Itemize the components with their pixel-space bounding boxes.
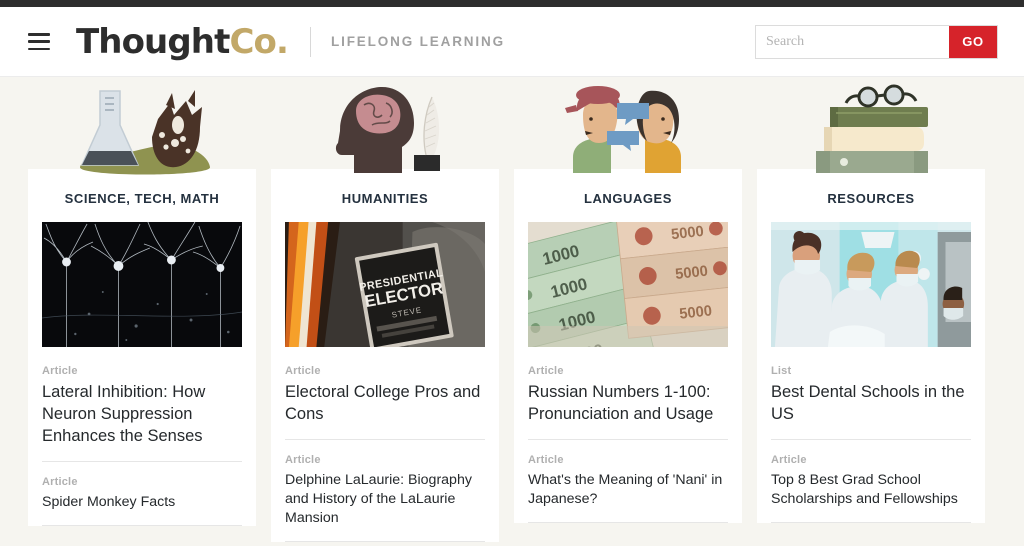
header-divider xyxy=(310,26,311,57)
item-kicker: Article xyxy=(42,475,78,488)
dental-students-clinic-photo[interactable] xyxy=(771,222,971,347)
list-item[interactable]: Article Russian Numbers 1-100: Pronuncia… xyxy=(528,349,728,440)
category-column-humanities: HUMANITIES PRESIDENTIAL ELECTOR STEVE Ar… xyxy=(271,77,499,542)
category-column-science: SCIENCE, TECH, MATH Article Lateral Inhi… xyxy=(28,77,256,542)
neuron-cells-microscope-photo[interactable] xyxy=(42,222,242,347)
hamburger-line xyxy=(28,33,50,36)
list-item[interactable]: List Best Dental Schools in the US xyxy=(771,349,971,440)
hamburger-menu-icon[interactable] xyxy=(28,33,50,50)
category-card: LANGUAGES 10001000 10001000 xyxy=(514,169,742,523)
site-tagline: LIFELONG LEARNING xyxy=(331,34,505,49)
item-headline: Top 8 Best Grad School Scholarships and … xyxy=(771,471,958,507)
category-card: HUMANITIES PRESIDENTIAL ELECTOR STEVE Ar… xyxy=(271,169,499,542)
item-kicker: List xyxy=(771,365,792,377)
item-headline: Best Dental Schools in the US xyxy=(771,383,965,423)
head-with-brain-and-quill-icon xyxy=(271,77,499,177)
search-bar: GO xyxy=(755,24,998,59)
category-card: SCIENCE, TECH, MATH Article Lateral Inhi… xyxy=(28,169,256,526)
search-input[interactable] xyxy=(756,25,949,58)
list-item[interactable]: Article What's the Meaning of 'Nani' in … xyxy=(528,440,728,523)
list-item[interactable]: Article Top 8 Best Grad School Scholarsh… xyxy=(771,440,971,523)
two-people-speech-bubbles-icon xyxy=(514,77,742,177)
article-list: Article Russian Numbers 1-100: Pronuncia… xyxy=(528,347,728,523)
item-kicker: Article xyxy=(528,365,564,377)
category-column-resources: RESOURCES List Best Dental Schools in th… xyxy=(757,77,985,542)
svg-text:5000: 5000 xyxy=(670,224,704,244)
list-item[interactable]: Article Lateral Inhibition: How Neuron S… xyxy=(42,349,242,462)
top-accent-bar xyxy=(0,0,1024,7)
svg-text:5000: 5000 xyxy=(674,263,708,283)
category-columns: SCIENCE, TECH, MATH Article Lateral Inhi… xyxy=(0,77,1024,542)
item-headline: Russian Numbers 1-100: Pronunciation and… xyxy=(528,383,714,423)
item-headline: What's the Meaning of 'Nani' in Japanese… xyxy=(528,471,723,507)
item-kicker: Article xyxy=(42,365,78,377)
hamburger-line xyxy=(28,40,50,43)
logo-primary-text: Thought xyxy=(76,21,230,62)
item-kicker: Article xyxy=(285,365,321,377)
list-item[interactable]: Article Spider Monkey Facts xyxy=(42,462,242,526)
flask-and-deer-icon xyxy=(28,77,256,177)
item-kicker: Article xyxy=(528,453,564,466)
search-go-button[interactable]: GO xyxy=(949,25,997,58)
category-column-languages: LANGUAGES 10001000 10001000 xyxy=(514,77,742,542)
item-headline: Electoral College Pros and Cons xyxy=(285,383,481,423)
article-list: Article Electoral College Pros and Cons … xyxy=(285,347,485,542)
item-headline: Delphine LaLaurie: Biography and History… xyxy=(285,471,472,526)
item-headline: Spider Monkey Facts xyxy=(42,493,176,510)
svg-text:5000: 5000 xyxy=(679,303,713,323)
site-header: ThoughtCo. LIFELONG LEARNING GO xyxy=(0,7,1024,77)
category-card: RESOURCES List Best Dental Schools in th… xyxy=(757,169,985,523)
item-headline: Lateral Inhibition: How Neuron Suppressi… xyxy=(42,383,206,445)
hamburger-line xyxy=(28,47,50,50)
site-logo[interactable]: ThoughtCo. xyxy=(76,21,289,62)
stacked-books-with-glasses-icon xyxy=(757,77,985,177)
article-list: Article Lateral Inhibition: How Neuron S… xyxy=(42,347,242,526)
article-list: List Best Dental Schools in the US Artic… xyxy=(771,347,971,523)
item-kicker: Article xyxy=(771,453,807,466)
item-kicker: Article xyxy=(285,453,321,466)
russian-ruble-banknotes-photo[interactable]: 10001000 10001000 xyxy=(528,222,728,347)
main-content: SCIENCE, TECH, MATH Article Lateral Inhi… xyxy=(0,77,1024,546)
logo-text: ThoughtCo. xyxy=(76,21,289,62)
list-item[interactable]: Article Delphine LaLaurie: Biography and… xyxy=(285,440,485,542)
list-item[interactable]: Article Electoral College Pros and Cons xyxy=(285,349,485,440)
logo-accent-text: Co. xyxy=(229,21,288,62)
presidential-elector-badge-photo[interactable]: PRESIDENTIAL ELECTOR STEVE xyxy=(285,222,485,347)
